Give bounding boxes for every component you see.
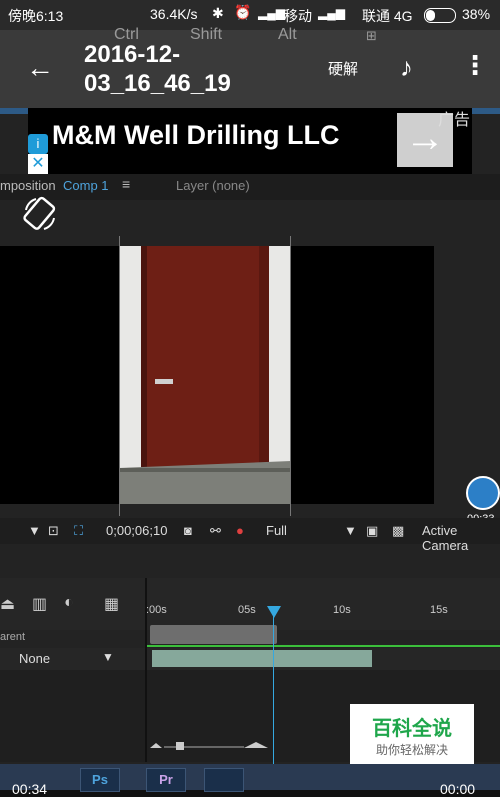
elapsed-time: 00:34 bbox=[12, 781, 48, 797]
record-button[interactable] bbox=[466, 476, 500, 510]
info-icon[interactable]: i bbox=[28, 134, 48, 154]
region-icon[interactable]: ⊡ bbox=[48, 523, 59, 539]
battery-icon bbox=[424, 8, 456, 23]
dropdown-icon[interactable]: ▼ bbox=[28, 523, 41, 538]
arrow-back-icon[interactable]: ← bbox=[26, 52, 54, 84]
motion-blur-icon[interactable]: ◐ bbox=[64, 594, 74, 612]
camera-select[interactable]: Active Camera bbox=[422, 523, 500, 553]
playhead-handle[interactable] bbox=[267, 606, 281, 618]
transparency-grid-icon[interactable]: ▩ bbox=[392, 523, 404, 539]
timecode[interactable]: 0;00;06;10 bbox=[106, 523, 167, 538]
ad-tag: 广告 bbox=[438, 112, 471, 129]
tick-0: :00s bbox=[146, 604, 167, 616]
solo-icon[interactable]: ⏏ bbox=[0, 594, 15, 614]
parent-column-label: arent bbox=[0, 631, 26, 643]
mask-path-icon[interactable]: ⛶ bbox=[74, 523, 83, 539]
comp-flowchart-icon[interactable]: ▥ bbox=[32, 594, 47, 614]
taskbar-app-3[interactable] bbox=[204, 768, 244, 792]
ad-text[interactable]: M&M Well Drilling LLC bbox=[52, 120, 339, 151]
windows-taskbar bbox=[0, 764, 500, 790]
signal-icon-2: ▂▄▆ bbox=[318, 6, 345, 20]
watermark-title: 百科全说 bbox=[372, 718, 452, 740]
watermark-subtitle: 助你轻松解决 bbox=[375, 743, 448, 757]
music-note-icon[interactable]: ♪ bbox=[400, 52, 413, 83]
status-bar: 傍晚6:13 36.4K/s ✱ ⏰ ▂▄▆ 移动 ▂▄▆ 联通 4G 38% bbox=[0, 0, 500, 30]
layer-tab[interactable]: Layer (none) bbox=[176, 178, 250, 193]
photoshop-icon: Ps bbox=[92, 772, 108, 787]
render-bar bbox=[147, 645, 500, 647]
alarm-icon: ⏰ bbox=[234, 4, 252, 20]
taskbar-premiere[interactable]: Pr bbox=[146, 768, 186, 792]
dropdown-icon-2[interactable]: ▼ bbox=[344, 523, 357, 538]
chevron-down-icon[interactable]: ▼ bbox=[102, 650, 114, 664]
camera-snapshot-icon[interactable]: ◙ bbox=[184, 523, 192, 538]
work-area-bar[interactable] bbox=[150, 625, 277, 644]
premiere-icon: Pr bbox=[159, 772, 173, 787]
close-icon[interactable]: ✕ bbox=[28, 154, 48, 174]
network-speed: 36.4K/s bbox=[150, 6, 198, 22]
comp-boundary-left bbox=[119, 236, 120, 516]
video-title: 2016-12-03_16_46_19 bbox=[84, 41, 231, 97]
viewer-toolbar: ▼ ⊡ ⛶ 0;00;06;10 ◙ ⚯ ● Full ▼ ▣ ▩ Active… bbox=[0, 518, 500, 553]
region-of-interest-icon[interactable]: ▣ bbox=[366, 523, 378, 539]
bluetooth-icon: ✱ bbox=[212, 5, 224, 21]
tick-15: 15s bbox=[430, 604, 448, 616]
hw-decode-button[interactable]: 硬解 bbox=[328, 58, 358, 79]
tick-10: 10s bbox=[333, 604, 351, 616]
rotate-screen-icon[interactable] bbox=[20, 194, 60, 234]
total-time: 00:00 bbox=[440, 781, 476, 797]
composition-tab[interactable]: mposition bbox=[0, 178, 56, 193]
taskbar-photoshop[interactable]: Ps bbox=[80, 768, 120, 792]
graph-editor-icon[interactable]: ▦ bbox=[104, 594, 119, 614]
signal-icon: ▂▄▆ bbox=[258, 6, 285, 20]
comp-boundary-right bbox=[290, 236, 291, 516]
layer-duration-bar[interactable] bbox=[152, 650, 372, 667]
parent-select[interactable]: None bbox=[19, 651, 50, 666]
show-snapshot-icon[interactable]: ⚯ bbox=[210, 523, 221, 539]
tick-5: 05s bbox=[238, 604, 256, 616]
timeline-zoom-slider[interactable] bbox=[150, 740, 270, 750]
playhead-line[interactable] bbox=[273, 606, 274, 766]
status-time: 傍晚6:13 bbox=[8, 8, 64, 24]
color-channels-icon[interactable]: ● bbox=[236, 523, 244, 538]
resolution-select[interactable]: Full bbox=[266, 523, 287, 538]
carrier-2: 联通 4G bbox=[362, 8, 413, 24]
battery-percent: 38% bbox=[462, 6, 491, 22]
panel-menu-icon[interactable]: ≡ bbox=[122, 176, 130, 192]
more-vert-icon[interactable]: ⋮ bbox=[462, 50, 488, 81]
comp-name[interactable]: Comp 1 bbox=[63, 178, 109, 193]
windows-icon: ⊞ bbox=[366, 28, 377, 43]
carrier-1: 移动 bbox=[284, 8, 312, 24]
timeline-divider bbox=[145, 578, 147, 762]
video-frame-door bbox=[119, 246, 291, 504]
